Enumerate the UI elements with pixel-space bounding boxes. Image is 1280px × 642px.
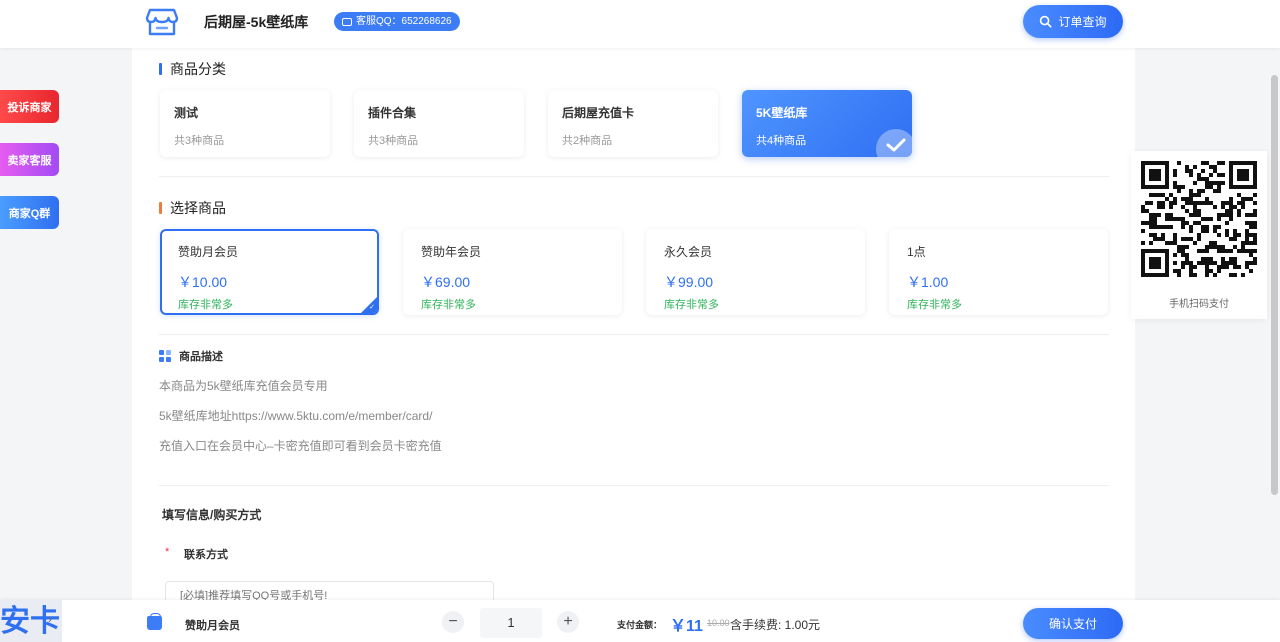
grid-icon (159, 350, 171, 362)
shop-title: 后期屋-5k壁纸库 (204, 14, 309, 30)
qr-code (1141, 161, 1257, 277)
pay-amount-label: 支付金额： (617, 620, 663, 630)
qr-pay-panel: 手机扫码支付 (1131, 151, 1267, 319)
shop-logo-icon (145, 8, 179, 36)
section-divider (159, 485, 1109, 486)
goods-card-monthly[interactable]: 赞助月会员 ￥10.00 库存非常多 ✓ (160, 229, 379, 315)
required-mark: * (165, 546, 170, 558)
section-divider (159, 176, 1109, 177)
goods-section-title: 选择商品 (159, 198, 226, 218)
category-card-5k-wallpaper[interactable]: 5K壁纸库 共4种商品 (742, 90, 912, 157)
merchant-qq-group-button[interactable]: 商家Q群 (0, 196, 59, 229)
bottom-pay-bar: 安卡 › 赞助月会员 − 1 + 支付金额： ￥11 10.00 含手续费: 1… (0, 600, 1280, 642)
customer-qq-badge[interactable]: 客服QQ：652268626 (334, 12, 460, 31)
goods-card-permanent[interactable]: 永久会员 ￥99.00 库存非常多 (646, 229, 865, 315)
chat-icon (342, 17, 352, 26)
main-panel: 商品分类 测试 共3种商品 插件合集 共3种商品 后期屋充值卡 共2种商品 5K… (132, 48, 1135, 611)
order-query-label: 订单查询 (1058, 15, 1107, 29)
category-card-plugins[interactable]: 插件合集 共3种商品 (354, 90, 524, 157)
corner-widget[interactable]: 安卡 › (0, 600, 62, 642)
selected-product-name: 赞助月会员 (185, 620, 240, 632)
section-divider (159, 334, 1109, 335)
fill-info-title: 填写信息/购买方式 (162, 508, 262, 522)
section-bar (159, 202, 162, 214)
search-icon (1040, 15, 1053, 28)
quantity-minus-button[interactable]: − (442, 611, 464, 633)
section-bar (159, 63, 162, 75)
confirm-pay-button[interactable]: 确认支付 (1023, 608, 1123, 639)
goods-card-yearly[interactable]: 赞助年会员 ￥69.00 库存非常多 (403, 229, 622, 315)
top-header: 后期屋-5k壁纸库 客服QQ：652268626 订单查询 (0, 0, 1280, 48)
description-line: 5k壁纸库地址https://www.5ktu.com/e/member/car… (159, 409, 433, 423)
qr-label: 手机扫码支付 (1169, 299, 1229, 310)
seller-service-button[interactable]: 卖家客服 (0, 143, 59, 176)
description-title: 商品描述 (159, 348, 223, 364)
pay-amount: ￥11 (670, 618, 703, 635)
chevron-right-icon: › (48, 612, 52, 626)
qq-badge-text: 客服QQ：652268626 (356, 16, 452, 27)
page-scrollbar[interactable] (1271, 75, 1278, 495)
category-card-recharge[interactable]: 后期屋充值卡 共2种商品 (548, 90, 718, 157)
check-icon: ✓ (369, 304, 375, 311)
original-price: 10.00 (707, 618, 730, 628)
quantity-plus-button[interactable]: + (557, 611, 579, 633)
shopping-bag-icon (147, 613, 162, 630)
description-line: 充值入口在会员中心–卡密充值即可看到会员卡密充值 (159, 439, 442, 453)
description-line: 本商品为5k壁纸库充值会员专用 (159, 379, 328, 393)
fee-text: 含手续费: 1.00元 (730, 618, 821, 632)
quantity-input[interactable]: 1 (480, 608, 542, 638)
category-card-test[interactable]: 测试 共3种商品 (160, 90, 330, 157)
complaint-button[interactable]: 投诉商家 (0, 90, 59, 123)
contact-label: 联系方式 (184, 549, 228, 561)
order-query-button[interactable]: 订单查询 (1023, 5, 1123, 38)
goods-card-1-point[interactable]: 1点 ￥1.00 库存非常多 (889, 229, 1108, 315)
category-section-title: 商品分类 (159, 59, 226, 79)
